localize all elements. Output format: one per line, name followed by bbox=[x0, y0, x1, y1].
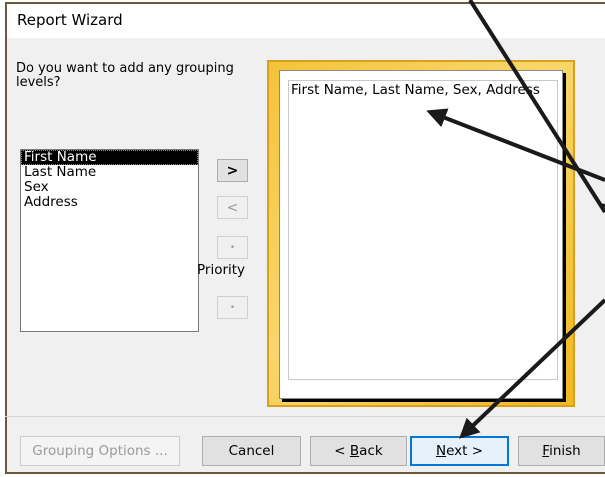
list-item-sex[interactable]: Sex bbox=[21, 180, 198, 195]
finish-button[interactable]: Finish bbox=[518, 436, 605, 466]
cancel-button[interactable]: Cancel bbox=[202, 436, 301, 466]
preview-grouping-text: First Name, Last Name, Sex, Address bbox=[291, 82, 540, 98]
grouping-options-button[interactable]: Grouping Options ... bbox=[20, 436, 180, 466]
title-bar: Report Wizard bbox=[7, 4, 605, 38]
finish-button-label: Finish bbox=[542, 443, 581, 459]
list-item-address[interactable]: Address bbox=[21, 195, 198, 210]
preview-group-box bbox=[288, 80, 558, 380]
grouping-question: Do you want to add any grouping levels? bbox=[16, 61, 234, 90]
back-button-label: < Back bbox=[334, 443, 383, 459]
priority-up-button[interactable]: • bbox=[217, 236, 248, 259]
priority-down-button[interactable]: • bbox=[217, 296, 248, 319]
next-button[interactable]: Next > bbox=[410, 436, 509, 466]
next-button-label: Next > bbox=[435, 443, 484, 459]
remove-grouping-button[interactable]: < bbox=[217, 196, 248, 219]
window-title: Report Wizard bbox=[17, 11, 123, 29]
list-item-first-name[interactable]: First Name bbox=[21, 150, 198, 165]
back-button[interactable]: < Back bbox=[310, 436, 407, 466]
priority-label: Priority bbox=[197, 262, 246, 278]
footer-separator bbox=[5, 416, 605, 417]
list-item-last-name[interactable]: Last Name bbox=[21, 165, 198, 180]
add-grouping-button[interactable]: > bbox=[217, 159, 248, 182]
available-fields-list[interactable]: First Name Last Name Sex Address bbox=[20, 149, 199, 332]
